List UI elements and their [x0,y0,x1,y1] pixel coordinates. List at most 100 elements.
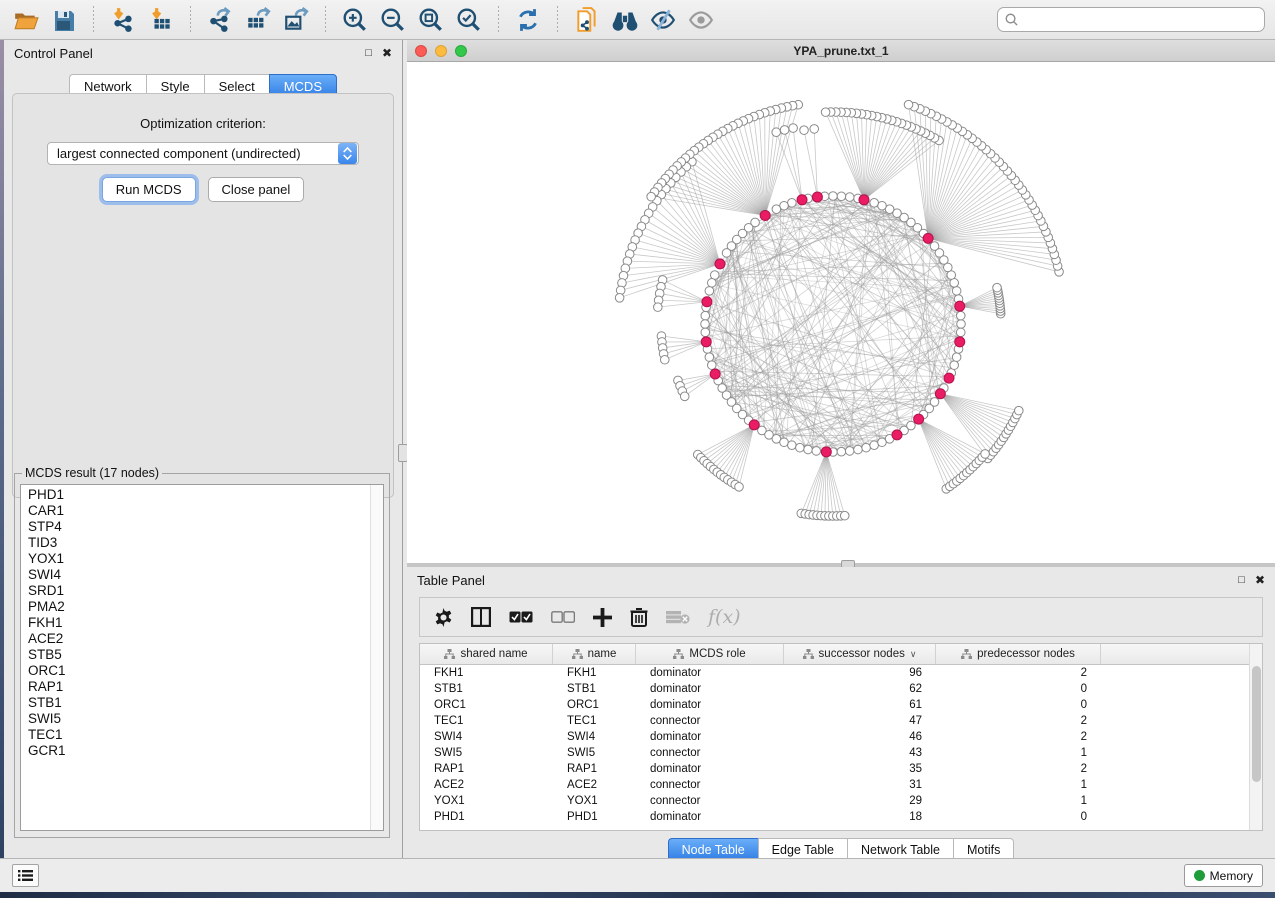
mcds-result-item[interactable]: STP4 [28,519,383,535]
table-header-row: shared namename MCDS role successor nodes∨… [420,644,1262,665]
mcds-result-item[interactable]: RAP1 [28,679,383,695]
close-window-icon[interactable] [415,45,427,57]
column-label: MCDS role [689,648,745,660]
table-row-YOX1[interactable]: YOX1YOX1connector291 [420,793,1262,809]
list-icon [18,869,33,882]
mcds-result-item[interactable]: CAR1 [28,503,383,519]
table-row-SWI5[interactable]: SWI5SWI5connector431 [420,745,1262,761]
select-all-columns-icon[interactable] [509,611,533,624]
mcds-result-item[interactable]: FKH1 [28,615,383,631]
cell-name: FKH1 [553,665,636,681]
mcds-tab-content: Optimization criterion: largest connecte… [12,93,394,498]
export-network-button[interactable] [204,5,236,35]
table-row-TEC1[interactable]: TEC1TEC1connector472 [420,713,1262,729]
cell-predecessor_nodes: 2 [936,713,1101,729]
open-file-button[interactable] [10,5,42,35]
save-session-button[interactable] [48,5,80,35]
zoom-selected-button[interactable] [453,5,485,35]
table-row-FKH1[interactable]: FKH1FKH1dominator962 [420,665,1262,681]
search-icon [1004,12,1019,27]
zoom-fit-button[interactable] [415,5,447,35]
mcds-result-list[interactable]: PHD1CAR1STP4TID3YOX1SWI4SRD1PMA2FKH1ACE2… [20,484,384,831]
column-header-successor-nodes[interactable]: successor nodes∨ [784,644,936,664]
mcds-result-item[interactable]: SWI4 [28,567,383,583]
first-neighbors-button[interactable] [609,5,641,35]
cell-predecessor_nodes: 2 [936,761,1101,777]
table-scrollbar-thumb[interactable] [1252,666,1261,782]
new-network-from-selection-button[interactable] [571,5,603,35]
close-panel-icon[interactable]: ✖ [382,47,392,59]
zoom-in-icon [342,7,368,33]
table-row-SWI4[interactable]: SWI4SWI4dominator462 [420,729,1262,745]
table-row-STB1[interactable]: STB1STB1dominator620 [420,681,1262,697]
maximize-window-icon[interactable] [455,45,467,57]
close-panel-button[interactable]: Close panel [208,177,305,202]
network-graph-canvas[interactable] [407,62,1275,562]
mcds-result-item[interactable]: GCR1 [28,743,383,759]
minimize-window-icon[interactable] [435,45,447,57]
task-history-button[interactable] [12,864,39,887]
mcds-result-item[interactable]: SRD1 [28,583,383,599]
zoom-in-button[interactable] [339,5,371,35]
column-label: successor nodes [819,648,905,660]
table-row-ORC1[interactable]: ORC1ORC1dominator610 [420,697,1262,713]
show-eye-icon [687,7,715,33]
search-input[interactable] [1019,13,1258,27]
column-header-shared-name[interactable]: shared name [420,644,553,664]
memory-button[interactable]: Memory [1184,864,1263,887]
table-row-ACE2[interactable]: ACE2ACE2connector311 [420,777,1262,793]
export-table-button[interactable] [242,5,274,35]
toggle-column-icon[interactable] [471,607,491,627]
mcds-result-item[interactable]: PHD1 [28,487,383,503]
float-panel-icon[interactable]: □ [365,48,372,59]
settings-gear-icon[interactable] [434,608,453,627]
optimization-criterion-select[interactable]: largest connected component (undirected) [47,142,359,165]
delete-column-icon[interactable] [630,607,648,627]
cell-shared_name: YOX1 [420,793,553,809]
float-panel-icon[interactable]: □ [1238,575,1245,586]
mcds-result-item[interactable]: SWI5 [28,711,383,727]
mcds-result-item[interactable]: STB1 [28,695,383,711]
binoculars-icon [610,7,640,33]
deselect-all-columns-icon[interactable] [551,611,575,624]
hide-selected-button[interactable] [647,5,679,35]
column-header-MCDS-role[interactable]: MCDS role [636,644,784,664]
cell-mcds_role: dominator [636,809,784,825]
optimization-criterion-label: Optimization criterion: [13,116,393,131]
mcds-result-item[interactable]: TID3 [28,535,383,551]
table-panel-titlebar: Table Panel □ ✖ [407,567,1275,593]
column-header-predecessor-nodes[interactable]: predecessor nodes [936,644,1101,664]
cell-predecessor_nodes: 2 [936,665,1101,681]
apply-layout-button[interactable] [512,5,544,35]
import-network-button[interactable] [107,5,139,35]
cell-mcds_role: connector [636,745,784,761]
show-all-button[interactable] [685,5,717,35]
mcds-result-item[interactable]: TEC1 [28,727,383,743]
mcds-result-item[interactable]: PMA2 [28,599,383,615]
node-table: shared namename MCDS role successor nodes∨… [419,643,1263,831]
create-column-icon[interactable] [593,608,612,627]
cell-name: SWI4 [553,729,636,745]
cell-shared_name: PHD1 [420,809,553,825]
mcds-result-item[interactable]: YOX1 [28,551,383,567]
export-table-icon [245,7,271,33]
list-scrollbar[interactable] [370,485,383,830]
search-box[interactable] [997,7,1265,32]
zoom-out-button[interactable] [377,5,409,35]
mcds-result-item[interactable]: ORC1 [28,663,383,679]
network-window-titlebar[interactable]: YPA_prune.txt_1 [407,40,1275,62]
table-row-PHD1[interactable]: PHD1PHD1dominator180 [420,809,1262,825]
mcds-result-item[interactable]: STB5 [28,647,383,663]
export-image-button[interactable] [280,5,312,35]
close-panel-icon[interactable]: ✖ [1255,574,1265,586]
table-row-RAP1[interactable]: RAP1RAP1dominator352 [420,761,1262,777]
cell-predecessor_nodes: 1 [936,777,1101,793]
mcds-result-item[interactable]: ACE2 [28,631,383,647]
table-scrollbar[interactable] [1249,644,1262,830]
import-table-button[interactable] [145,5,177,35]
control-panel: Control Panel □ ✖ NetworkStyleSelectMCDS… [4,40,403,858]
zoom-selected-icon [456,7,482,33]
run-mcds-button[interactable]: Run MCDS [102,177,196,202]
cell-shared_name: SWI4 [420,729,553,745]
column-header-name[interactable]: name [553,644,636,664]
